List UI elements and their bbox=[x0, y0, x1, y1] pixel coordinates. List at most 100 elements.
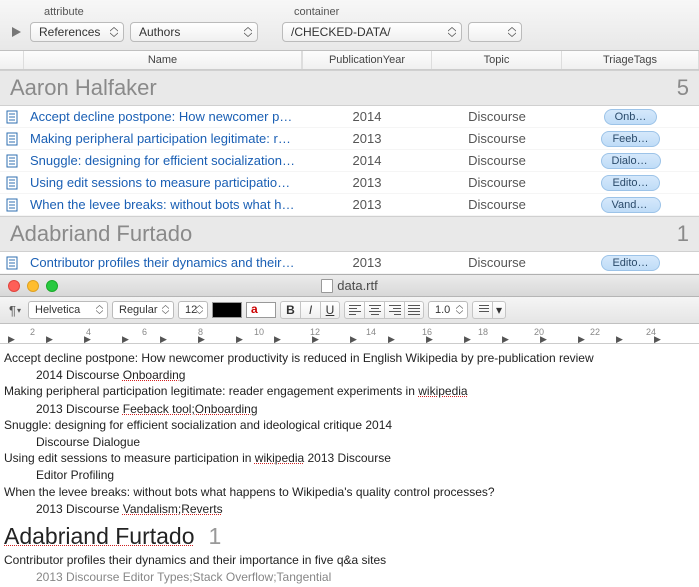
ruler-number: 14 bbox=[366, 327, 376, 337]
tag-pill[interactable]: Dialogue bbox=[601, 153, 661, 169]
tab-stop-icon[interactable]: ▶ bbox=[540, 334, 547, 344]
tab-stop-icon[interactable]: ▶ bbox=[388, 334, 395, 344]
tag-pill[interactable]: Edito… bbox=[601, 255, 659, 271]
dropdown-path[interactable]: /CHECKED-DATA/ bbox=[282, 22, 462, 42]
row-title[interactable]: When the levee breaks: without bots what… bbox=[24, 197, 302, 212]
doc-line: Discourse Dialogue bbox=[4, 434, 695, 450]
doc-line: Making peripheral participation legitima… bbox=[4, 383, 695, 399]
row-topic: Discourse bbox=[432, 109, 562, 124]
col-icon[interactable] bbox=[0, 51, 24, 69]
zoom-icon[interactable] bbox=[46, 280, 58, 292]
row-year: 2013 bbox=[302, 255, 432, 270]
tab-stop-icon[interactable]: ▶ bbox=[578, 334, 585, 344]
group-header[interactable]: Aaron Halfaker5 bbox=[0, 70, 699, 106]
tab-stop-icon[interactable]: ▶ bbox=[464, 334, 471, 344]
document-icon bbox=[0, 197, 24, 213]
italic-button[interactable]: I bbox=[300, 301, 320, 319]
doc-line: When the levee breaks: without bots what… bbox=[4, 484, 695, 500]
tab-stop-icon[interactable]: ▶ bbox=[654, 334, 661, 344]
toolbar-controls: References Authors /CHECKED-DATA/ bbox=[8, 20, 691, 46]
group-count: 1 bbox=[677, 221, 689, 247]
tab-stop-icon[interactable]: ▶ bbox=[312, 334, 319, 344]
paragraph-icon[interactable]: ¶▾ bbox=[6, 301, 24, 319]
line-spacing-dropdown[interactable]: 1.0 bbox=[428, 301, 468, 319]
align-center-button[interactable] bbox=[364, 301, 384, 319]
row-title[interactable]: Snuggle: designing for efficient sociali… bbox=[24, 153, 302, 168]
play-icon[interactable] bbox=[8, 25, 24, 39]
document-icon bbox=[0, 175, 24, 191]
table-row[interactable]: Making peripheral participation legitima… bbox=[0, 128, 699, 150]
col-topic[interactable]: Topic bbox=[432, 51, 562, 69]
align-left-button[interactable] bbox=[344, 301, 364, 319]
col-name[interactable]: Name bbox=[24, 51, 302, 69]
ruler[interactable]: 24681012141618202224▶▶▶▶▶▶▶▶▶▶▶▶▶▶▶▶▶▶ bbox=[0, 324, 699, 344]
row-year: 2013 bbox=[302, 175, 432, 190]
swatch-textcolor[interactable] bbox=[246, 302, 276, 318]
table-row[interactable]: When the levee breaks: without bots what… bbox=[0, 194, 699, 216]
ruler-number: 22 bbox=[590, 327, 600, 337]
text-editor-window: data.rtf ¶▾ Helvetica Regular 12 B I U 1… bbox=[0, 274, 699, 587]
dropdown-empty[interactable] bbox=[468, 22, 522, 42]
row-topic: Discourse bbox=[432, 175, 562, 190]
tab-stop-icon[interactable]: ▶ bbox=[616, 334, 623, 344]
label-container: container bbox=[294, 6, 339, 18]
table-row[interactable]: Contributor profiles their dynamics and … bbox=[0, 252, 699, 274]
row-title[interactable]: Using edit sessions to measure participa… bbox=[24, 175, 302, 190]
tab-stop-icon[interactable]: ▶ bbox=[274, 334, 281, 344]
editor-toolbar: ¶▾ Helvetica Regular 12 B I U 1.0 ▾ bbox=[0, 297, 699, 324]
tab-stop-icon[interactable]: ▶ bbox=[198, 334, 205, 344]
align-justify-button[interactable] bbox=[404, 301, 424, 319]
editor-titlebar[interactable]: data.rtf bbox=[0, 275, 699, 297]
font-family-dropdown[interactable]: Helvetica bbox=[28, 301, 108, 319]
dropdown-authors[interactable]: Authors bbox=[130, 22, 258, 42]
document-body[interactable]: Accept decline postpone: How newcomer pr… bbox=[0, 344, 699, 587]
col-tags[interactable]: TriageTags bbox=[562, 51, 699, 69]
tab-stop-icon[interactable]: ▶ bbox=[84, 334, 91, 344]
font-weight-dropdown[interactable]: Regular bbox=[112, 301, 174, 319]
ruler-number: 18 bbox=[478, 327, 488, 337]
close-icon[interactable] bbox=[8, 280, 20, 292]
swatch-black[interactable] bbox=[212, 302, 242, 318]
list-menu-button[interactable]: ▾ bbox=[492, 301, 506, 319]
tag-pill[interactable]: Onb… bbox=[604, 109, 658, 125]
table-row[interactable]: Snuggle: designing for efficient sociali… bbox=[0, 150, 699, 172]
group-header[interactable]: Adabriand Furtado1 bbox=[0, 216, 699, 252]
row-title[interactable]: Accept decline postpone: How newcomer p… bbox=[24, 109, 302, 124]
tab-stop-icon[interactable]: ▶ bbox=[236, 334, 243, 344]
tag-pill[interactable]: Feeb… bbox=[601, 131, 659, 147]
table-row[interactable]: Using edit sessions to measure participa… bbox=[0, 172, 699, 194]
list-button[interactable] bbox=[472, 301, 492, 319]
row-year: 2013 bbox=[302, 197, 432, 212]
align-group bbox=[344, 301, 424, 319]
document-icon bbox=[0, 255, 24, 271]
row-tag: Edito… bbox=[562, 254, 699, 271]
tag-pill[interactable]: Vanda… bbox=[601, 197, 661, 213]
column-headers: Name PublicationYear Topic TriageTags bbox=[0, 51, 699, 70]
doc-line: 2014 Discourse Onboarding bbox=[4, 367, 695, 383]
style-group: B I U bbox=[280, 301, 340, 319]
minimize-icon[interactable] bbox=[27, 280, 39, 292]
bold-button[interactable]: B bbox=[280, 301, 300, 319]
row-tag: Vanda… bbox=[562, 196, 699, 213]
tab-stop-icon[interactable]: ▶ bbox=[502, 334, 509, 344]
row-title[interactable]: Contributor profiles their dynamics and … bbox=[24, 255, 302, 270]
table-row[interactable]: Accept decline postpone: How newcomer p…… bbox=[0, 106, 699, 128]
row-tag: Edito… bbox=[562, 174, 699, 191]
tab-stop-icon[interactable]: ▶ bbox=[160, 334, 167, 344]
tab-stop-icon[interactable]: ▶ bbox=[8, 334, 15, 344]
underline-button[interactable]: U bbox=[320, 301, 340, 319]
tab-stop-icon[interactable]: ▶ bbox=[350, 334, 357, 344]
tag-pill[interactable]: Edito… bbox=[601, 175, 659, 191]
dropdown-references[interactable]: References bbox=[30, 22, 124, 42]
align-right-button[interactable] bbox=[384, 301, 404, 319]
ruler-number: 10 bbox=[254, 327, 264, 337]
document-icon bbox=[321, 279, 333, 293]
tab-stop-icon[interactable]: ▶ bbox=[46, 334, 53, 344]
tab-stop-icon[interactable]: ▶ bbox=[122, 334, 129, 344]
font-size-dropdown[interactable]: 12 bbox=[178, 301, 208, 319]
row-year: 2013 bbox=[302, 131, 432, 146]
col-year[interactable]: PublicationYear bbox=[302, 51, 432, 69]
document-icon bbox=[0, 109, 24, 125]
row-title[interactable]: Making peripheral participation legitima… bbox=[24, 131, 302, 146]
tab-stop-icon[interactable]: ▶ bbox=[426, 334, 433, 344]
